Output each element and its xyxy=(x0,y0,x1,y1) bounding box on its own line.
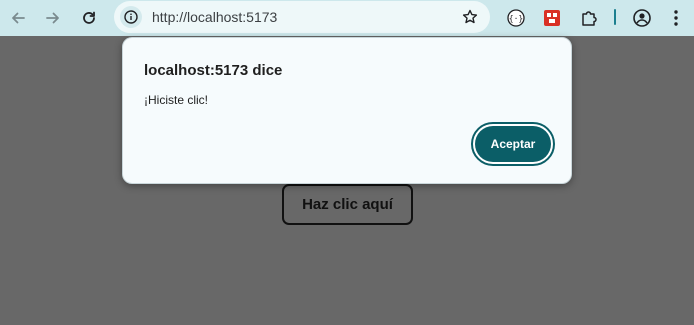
profile-button[interactable] xyxy=(628,4,656,32)
address-bar[interactable]: http://localhost:5173 xyxy=(114,1,490,33)
forward-button[interactable] xyxy=(39,4,67,32)
url-text[interactable]: http://localhost:5173 xyxy=(152,9,277,25)
dialog-title: localhost:5173 dice xyxy=(144,62,283,79)
dialog-message: ¡Hiciste clic! xyxy=(144,93,209,107)
alert-dialog: localhost:5173 dice ¡Hiciste clic! Acept… xyxy=(122,37,572,184)
red-extension-icon xyxy=(544,10,560,26)
browser-menu-button[interactable] xyxy=(662,4,690,32)
kebab-menu-icon xyxy=(674,10,678,26)
extension-button-code[interactable]: {·} xyxy=(502,4,530,32)
site-info-icon xyxy=(124,10,138,24)
browser-toolbar: http://localhost:5173 {·} xyxy=(0,0,694,36)
reload-button[interactable] xyxy=(75,4,103,32)
reload-icon xyxy=(83,11,95,24)
star-icon xyxy=(462,9,478,24)
profile-icon xyxy=(633,9,651,27)
puzzle-icon xyxy=(582,11,597,26)
back-arrow-icon xyxy=(12,12,25,24)
extension-button-red[interactable] xyxy=(538,4,566,32)
extensions-menu-button[interactable] xyxy=(575,4,603,32)
bookmark-button[interactable] xyxy=(460,7,480,27)
svg-text:{·}: {·} xyxy=(509,14,523,23)
toolbar-divider xyxy=(614,9,616,25)
accept-button[interactable]: Aceptar xyxy=(471,122,555,166)
code-brackets-extension-icon: {·} xyxy=(507,9,525,27)
click-here-button[interactable]: Haz clic aquí xyxy=(282,184,413,225)
back-button[interactable] xyxy=(4,4,32,32)
forward-arrow-icon xyxy=(46,12,59,24)
site-info-button[interactable] xyxy=(120,6,142,28)
accept-button-label: Aceptar xyxy=(475,126,551,162)
